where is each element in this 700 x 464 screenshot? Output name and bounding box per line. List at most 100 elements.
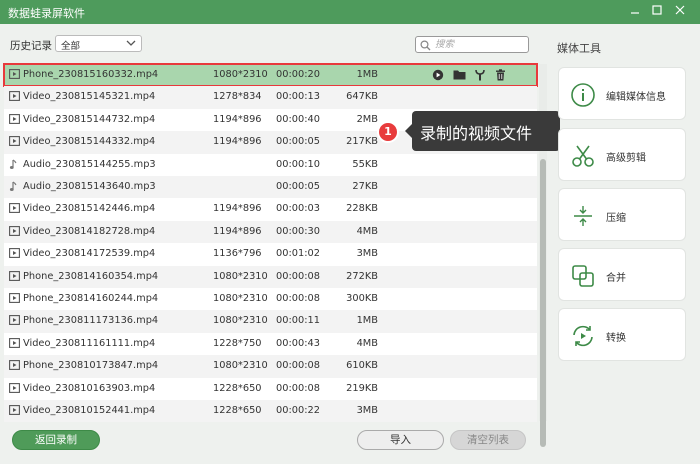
file-resolution: 1080*2310 <box>213 69 268 80</box>
tool-card[interactable]: 合并 <box>558 248 686 301</box>
row-actions <box>432 69 516 82</box>
file-size: 228KB <box>346 203 378 215</box>
file-size: 4MB <box>356 225 378 237</box>
file-resolution: 1228*650 <box>213 382 262 394</box>
file-name: Video_230815142446.mp4 <box>23 203 156 215</box>
restore-button[interactable] <box>645 0 669 24</box>
file-row[interactable]: Video_230815142446.mp4 1194*896 00:00:03 22… <box>4 198 537 220</box>
trash-icon[interactable] <box>495 69 510 82</box>
file-row[interactable]: Video_230815145321.mp4 1278*834 00:00:13 64… <box>4 86 537 109</box>
file-row[interactable]: Video_230814182728.mp4 1194*896 00:00:30 4M… <box>4 220 537 244</box>
tool-card[interactable]: 压缩 <box>558 188 686 241</box>
file-size: 647KB <box>346 91 378 103</box>
edit-tool-icon[interactable] <box>474 69 489 82</box>
file-row[interactable]: Phone_230814160354.mp4 1080*2310 00:00:08 2… <box>4 265 537 288</box>
video-file-icon <box>9 293 20 306</box>
file-name: Video_230814172539.mp4 <box>23 248 156 260</box>
play-icon[interactable] <box>432 69 447 82</box>
file-resolution: 1194*896 <box>213 225 262 237</box>
file-resolution: 1194*896 <box>213 136 262 148</box>
file-row[interactable]: Audio_230815144255.mp3 00:00:10 55KB <box>4 154 537 176</box>
file-duration: 00:00:08 <box>276 293 320 304</box>
video-file-icon <box>9 360 20 373</box>
file-row[interactable]: Video_230814172539.mp4 1136*796 00:01:02 3M… <box>4 243 537 265</box>
clear-list-button[interactable]: 清空列表 <box>450 430 526 450</box>
search-input[interactable] <box>435 38 525 51</box>
file-size: 4MB <box>356 337 378 349</box>
file-resolution: 1080*2310 <box>213 293 268 304</box>
file-size: 1MB <box>356 315 378 327</box>
file-row[interactable]: Audio_230815143640.mp3 00:00:05 27KB <box>4 176 537 199</box>
file-name: Phone_230814160354.mp4 <box>23 270 159 282</box>
import-button[interactable]: 导入 <box>357 430 444 450</box>
file-row[interactable]: Phone_230811173136.mp4 1080*2310 00:00:11 1… <box>4 310 537 333</box>
file-duration: 00:00:03 <box>276 203 320 215</box>
video-file-icon <box>9 136 20 149</box>
tool-card[interactable]: 转换 <box>558 308 686 361</box>
back-to-record-button[interactable]: 返回录制 <box>12 430 100 450</box>
file-row[interactable]: Phone_230810173847.mp4 1080*2310 00:00:08 6… <box>4 355 537 378</box>
minimize-button[interactable] <box>623 0 647 24</box>
tool-label: 高级剪辑 <box>606 153 646 164</box>
folder-icon[interactable] <box>453 69 468 82</box>
title-bar: 数据蛙录屏软件 <box>0 0 700 24</box>
file-duration: 00:00:08 <box>276 270 320 282</box>
search-box[interactable] <box>415 36 529 53</box>
file-resolution: 1278*834 <box>213 91 262 103</box>
file-name: Phone_230814160244.mp4 <box>23 293 159 304</box>
file-duration: 00:00:11 <box>276 315 320 327</box>
file-duration: 00:00:13 <box>276 91 320 103</box>
file-size: 55KB <box>352 158 378 170</box>
file-resolution: 1228*750 <box>213 337 262 349</box>
file-row[interactable]: Video_230810152441.mp4 1228*650 00:00:22 3M… <box>4 400 537 423</box>
file-size: 3MB <box>356 405 378 416</box>
video-file-icon <box>9 248 20 261</box>
file-row[interactable]: Video_230811161111.mp4 1228*750 00:00:43 4M… <box>4 333 537 355</box>
file-row[interactable]: Phone_230814160244.mp4 1080*2310 00:00:08 3… <box>4 288 537 310</box>
file-resolution: 1194*896 <box>213 203 262 215</box>
video-file-icon <box>9 91 20 104</box>
audio-file-icon <box>9 159 19 173</box>
close-button[interactable] <box>668 0 692 24</box>
file-duration: 00:00:43 <box>276 337 320 349</box>
file-size: 272KB <box>346 270 378 282</box>
file-name: Video_230810163903.mp4 <box>23 382 156 394</box>
video-file-icon <box>9 382 20 396</box>
tooltip-text: 录制的视频文件 <box>420 124 533 143</box>
file-row[interactable]: Video_230810163903.mp4 1228*650 00:00:08 21… <box>4 378 537 400</box>
tool-card[interactable]: 编辑媒体信息 <box>558 67 686 120</box>
file-name: Video_230815144332.mp4 <box>23 136 156 148</box>
chevron-down-icon <box>126 36 136 53</box>
tool-label: 转换 <box>606 333 626 344</box>
file-duration: 00:00:40 <box>276 113 320 125</box>
file-resolution: 1080*2310 <box>213 315 268 327</box>
close-icon <box>675 5 685 15</box>
file-size: 300KB <box>346 293 378 304</box>
scissors-icon <box>568 141 598 171</box>
file-name: Video_230815144732.mp4 <box>23 113 156 125</box>
file-size: 2MB <box>356 113 378 125</box>
tool-label: 压缩 <box>606 213 626 224</box>
file-duration: 00:00:22 <box>276 405 320 416</box>
file-resolution: 1194*896 <box>213 113 262 125</box>
scrollbar-thumb[interactable] <box>540 159 546 447</box>
tool-card[interactable]: 高级剪辑 <box>558 128 686 181</box>
file-name: Phone_230815160332.mp4 <box>23 69 159 80</box>
filter-select[interactable]: 全部 <box>55 35 142 52</box>
tooltip: 录制的视频文件 <box>405 111 560 151</box>
video-file-icon <box>9 270 20 284</box>
file-name: Video_230815145321.mp4 <box>23 91 156 103</box>
file-size: 27KB <box>352 181 378 192</box>
tool-label: 合并 <box>606 273 626 284</box>
file-row[interactable]: Phone_230815160332.mp4 1080*2310 00:00:20 1… <box>3 62 538 88</box>
video-file-icon <box>9 113 20 127</box>
file-duration: 00:00:20 <box>276 69 320 80</box>
file-name: Phone_230810173847.mp4 <box>23 360 159 372</box>
file-duration: 00:01:02 <box>276 248 320 260</box>
history-label: 历史记录 <box>10 40 52 52</box>
audio-file-icon <box>9 181 19 195</box>
file-duration: 00:00:08 <box>276 360 320 372</box>
file-resolution: 1080*2310 <box>213 360 268 372</box>
file-duration: 00:00:30 <box>276 225 320 237</box>
info-icon <box>568 80 598 110</box>
